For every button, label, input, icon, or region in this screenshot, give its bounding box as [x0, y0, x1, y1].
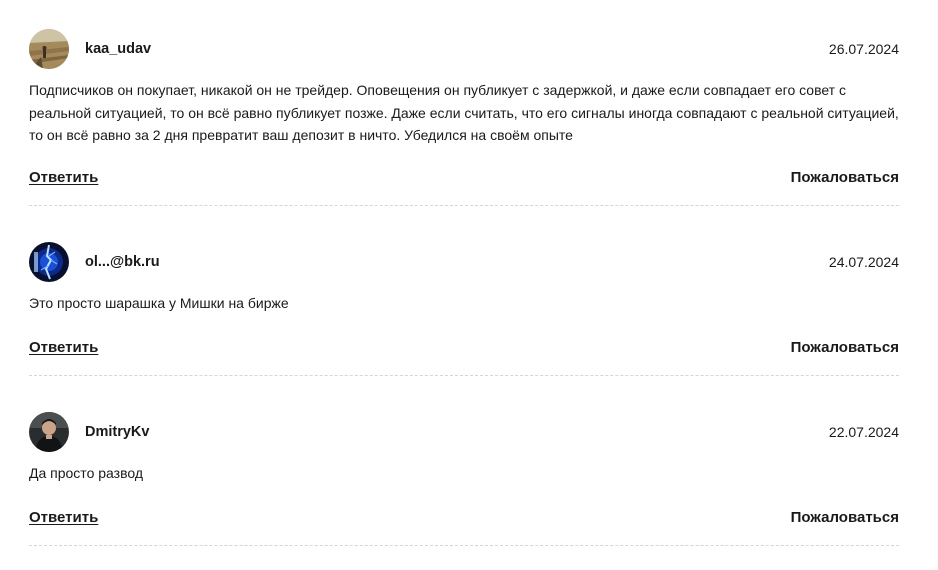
comment-item: DmitryKv 22.07.2024 Да просто развод Отв… — [29, 376, 899, 546]
comment-item: ol...@bk.ru 24.07.2024 Это просто шарашк… — [29, 206, 899, 376]
person-photo-avatar-icon — [29, 412, 69, 452]
reply-link[interactable]: Ответить — [29, 339, 98, 356]
comment-actions: Ответить Пожаловаться — [29, 169, 899, 186]
comment-item: kaa_udav 26.07.2024 Подписчиков он покуп… — [29, 0, 899, 206]
username: kaa_udav — [85, 41, 152, 57]
comment-date: 24.07.2024 — [828, 254, 899, 270]
avatar[interactable] — [29, 412, 69, 452]
avatar[interactable] — [29, 29, 69, 69]
comment-actions: Ответить Пожаловаться — [29, 509, 899, 526]
report-link[interactable]: Пожаловаться — [791, 509, 899, 526]
comment-header: DmitryKv 22.07.2024 — [29, 412, 899, 452]
field-landscape-avatar-icon — [29, 29, 69, 69]
avatar[interactable] — [29, 242, 69, 282]
comment-actions: Ответить Пожаловаться — [29, 339, 899, 356]
comment-date: 26.07.2024 — [828, 41, 899, 57]
reply-link[interactable]: Ответить — [29, 509, 98, 526]
comments-list: kaa_udav 26.07.2024 Подписчиков он покуп… — [29, 0, 899, 546]
comment-text: Да просто развод — [29, 465, 144, 481]
reply-link[interactable]: Ответить — [29, 169, 98, 186]
comment-text: Подписчиков он покупает, никакой он не т… — [29, 82, 899, 143]
blue-lightning-avatar-icon — [29, 242, 69, 282]
comment-text: Это просто шарашка у Мишки на бирже — [29, 295, 289, 311]
comment-header: ol...@bk.ru 24.07.2024 — [29, 242, 899, 282]
username: DmitryKv — [85, 424, 150, 440]
report-link[interactable]: Пожаловаться — [791, 169, 899, 186]
comment-date: 22.07.2024 — [828, 424, 899, 440]
report-link[interactable]: Пожаловаться — [791, 339, 899, 356]
comment-header: kaa_udav 26.07.2024 — [29, 29, 899, 69]
username: ol...@bk.ru — [85, 254, 160, 270]
